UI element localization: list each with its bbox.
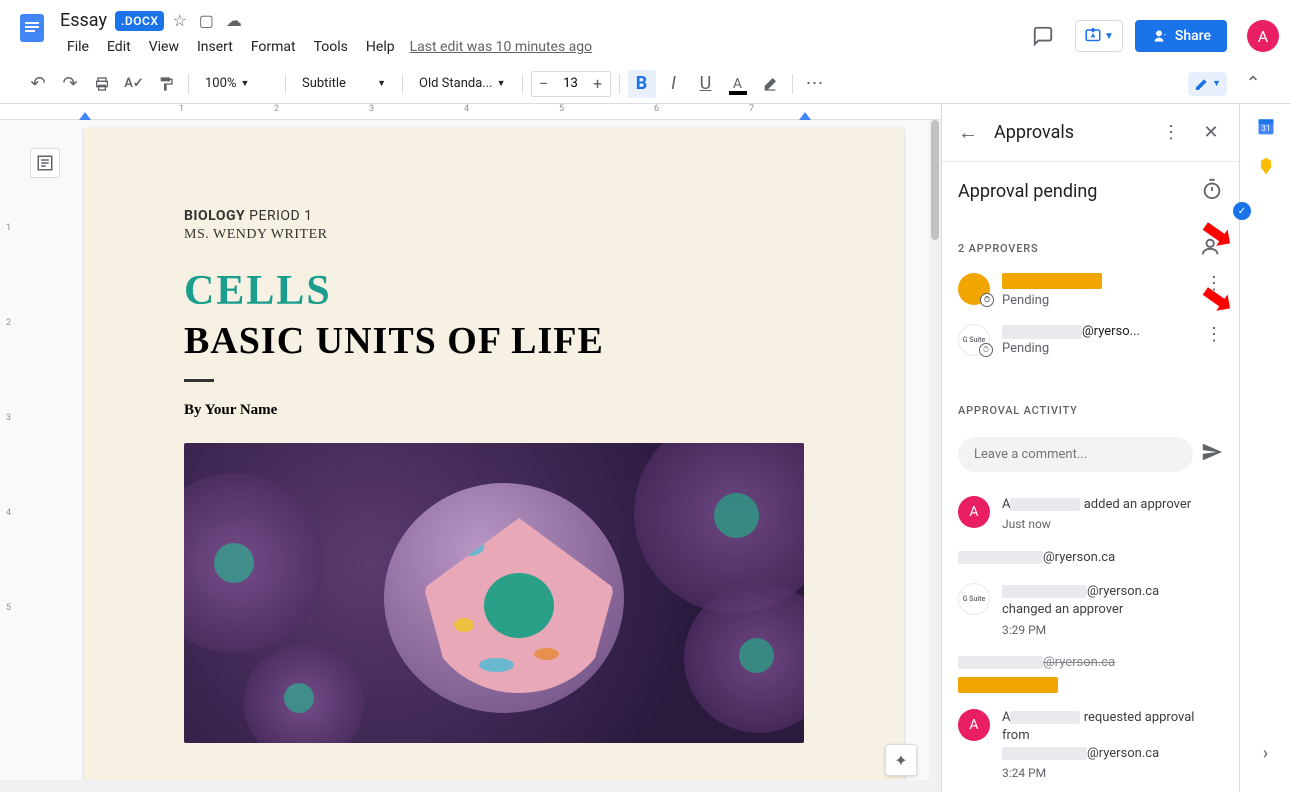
activity-item: @ryerson.ca: [942, 541, 1239, 575]
font-size-decrease[interactable]: −: [532, 72, 556, 96]
byline[interactable]: By Your Name: [184, 402, 804, 419]
undo-button[interactable]: ↶: [24, 70, 52, 98]
vertical-scrollbar[interactable]: [929, 120, 941, 780]
menu-edit[interactable]: Edit: [100, 35, 138, 59]
rail-expand-icon[interactable]: ›: [1263, 743, 1268, 764]
timer-icon[interactable]: [1201, 178, 1223, 204]
approver-row: G Suite⏱ @ryerso... Pending ⋮: [958, 324, 1223, 356]
font-size-increase[interactable]: +: [586, 72, 610, 96]
docx-badge: .DOCX: [115, 11, 164, 31]
doc-title-2[interactable]: BASIC UNITS OF LIFE: [184, 319, 804, 363]
comments-icon[interactable]: [1023, 16, 1063, 56]
keep-icon[interactable]: [1256, 156, 1276, 176]
approver-status: Pending: [1002, 293, 1193, 308]
menu-insert[interactable]: Insert: [190, 35, 240, 59]
document-area: 1 2 3 4 5 6 7 12345 BIOLOGY PERIOD 1 MS.…: [0, 104, 941, 792]
spellcheck-button[interactable]: A✓: [120, 70, 148, 98]
italic-button[interactable]: I: [660, 70, 688, 98]
doc-title-1[interactable]: CELLS: [184, 267, 804, 315]
approvals-panel: ← Approvals ⋮ ✕ Approval pending 2 APPRO…: [941, 104, 1239, 792]
activity-item: @ryerson.ca: [942, 646, 1239, 700]
approver-status: Pending: [1002, 341, 1193, 356]
approver-avatar: G Suite⏱: [958, 324, 990, 356]
panel-more-icon[interactable]: ⋮: [1159, 122, 1183, 143]
menu-format[interactable]: Format: [244, 35, 303, 59]
approver-more-icon[interactable]: ⋮: [1205, 273, 1223, 294]
print-button[interactable]: [88, 70, 116, 98]
teacher-line[interactable]: MS. WENDY WRITER: [184, 227, 804, 243]
vertical-ruler[interactable]: 12345: [4, 128, 20, 792]
approvers-header: 2 APPROVERS: [958, 242, 1038, 255]
paint-format-button[interactable]: [152, 70, 180, 98]
menu-view[interactable]: View: [142, 35, 186, 59]
approvals-title: Approvals: [994, 122, 1143, 143]
comment-input[interactable]: [958, 437, 1193, 472]
outline-button[interactable]: [30, 148, 60, 178]
approver-email: @ryerso...: [1002, 324, 1193, 339]
close-icon[interactable]: ✕: [1199, 122, 1223, 143]
star-icon[interactable]: ☆: [172, 11, 186, 30]
divider: [184, 379, 214, 382]
docs-logo[interactable]: [12, 8, 52, 48]
highlight-button[interactable]: [756, 70, 784, 98]
share-button[interactable]: Share: [1135, 20, 1227, 52]
cell-image[interactable]: [184, 443, 804, 743]
subject-line[interactable]: BIOLOGY PERIOD 1: [184, 208, 804, 225]
zoom-select[interactable]: 100% ▼: [197, 72, 277, 95]
underline-button[interactable]: U: [692, 70, 720, 98]
sync-check-icon: ✓: [1233, 202, 1251, 220]
editing-mode-button[interactable]: ▼: [1188, 72, 1227, 96]
explore-button[interactable]: ✦: [885, 744, 917, 776]
more-toolbar-button[interactable]: ⋯: [801, 70, 829, 98]
activity-avatar: G Suite: [958, 583, 990, 615]
horizontal-scrollbar[interactable]: [0, 780, 941, 792]
approver-avatar: ⏱: [958, 273, 990, 305]
add-approver-icon[interactable]: [1201, 236, 1223, 261]
font-select[interactable]: Old Standa... ▼: [411, 72, 514, 95]
activity-header: APPROVAL ACTIVITY: [958, 404, 1078, 417]
collapse-toolbar-button[interactable]: ⌃: [1239, 70, 1267, 98]
activity-item: A A added an approverJust now: [942, 488, 1239, 541]
redo-button[interactable]: ↷: [56, 70, 84, 98]
user-avatar[interactable]: A: [1247, 20, 1279, 52]
last-edit-link[interactable]: Last edit was 10 minutes ago: [410, 39, 593, 55]
svg-text:31: 31: [1261, 124, 1270, 134]
activity-avatar: A: [958, 709, 990, 741]
activity-item: G Suite @ryerson.cachanged an approver3:…: [942, 575, 1239, 646]
redacted-name: [958, 677, 1058, 693]
toolbar: ↶ ↷ A✓ 100% ▼ Subtitle ▼ Old Standa... ▼…: [0, 64, 1291, 104]
send-icon[interactable]: [1201, 441, 1223, 468]
text-color-button[interactable]: A: [724, 70, 752, 98]
approver-row: ⏱ Pending ⋮: [958, 273, 1223, 308]
back-icon[interactable]: ←: [958, 120, 978, 145]
horizontal-ruler[interactable]: 1 2 3 4 5 6 7: [0, 104, 941, 120]
menu-file[interactable]: File: [60, 35, 96, 59]
document-page[interactable]: BIOLOGY PERIOD 1 MS. WENDY WRITER CELLS …: [84, 128, 904, 792]
present-button[interactable]: ▼: [1075, 20, 1123, 52]
font-size-input[interactable]: [556, 76, 586, 91]
menu-tools[interactable]: Tools: [307, 35, 355, 59]
cloud-icon[interactable]: ☁: [226, 11, 242, 30]
approval-status: Approval pending: [958, 181, 1097, 202]
approver-more-icon[interactable]: ⋮: [1205, 324, 1223, 345]
font-size-control[interactable]: − +: [531, 71, 611, 97]
style-select[interactable]: Subtitle ▼: [294, 72, 394, 95]
activity-avatar: A: [958, 496, 990, 528]
move-icon[interactable]: ▢: [199, 11, 214, 30]
redacted-name: [1002, 273, 1102, 289]
menu-help[interactable]: Help: [359, 35, 402, 59]
calendar-icon[interactable]: 31: [1256, 116, 1276, 136]
activity-item: A A requested approval from@ryerson.ca3:…: [942, 701, 1239, 790]
bold-button[interactable]: B: [628, 70, 656, 98]
document-title[interactable]: Essay: [60, 10, 107, 31]
